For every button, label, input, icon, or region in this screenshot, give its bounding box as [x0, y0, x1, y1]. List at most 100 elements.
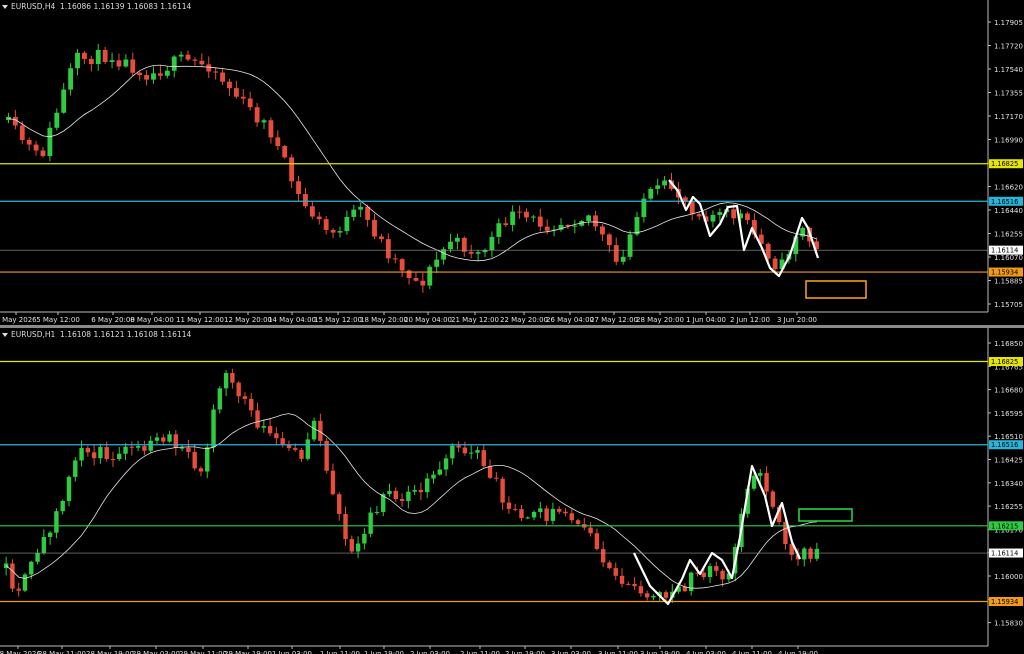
price-tick-label: 1.16850	[994, 340, 1023, 348]
candle-body	[418, 490, 424, 493]
candle-body	[85, 448, 91, 453]
candle-body	[217, 388, 223, 410]
candle-body	[745, 213, 750, 221]
candle-body	[456, 445, 461, 448]
candle-body	[117, 453, 122, 460]
time-label: 5 May 12:00	[36, 316, 80, 324]
candle-body	[185, 54, 191, 60]
candle-body	[274, 433, 279, 439]
moving-average-line	[5, 413, 817, 589]
candle-body	[638, 586, 644, 594]
candle-body	[510, 211, 516, 225]
candle-body	[441, 249, 446, 260]
candle-body	[632, 583, 637, 587]
candle-body	[130, 59, 136, 73]
price-tick-label: 1.17720	[994, 43, 1023, 51]
candle-body	[337, 231, 343, 233]
candle-body	[344, 216, 350, 232]
candle-body	[261, 426, 267, 428]
candle-body	[372, 219, 377, 237]
price-chart-canvas[interactable]: 1.17905 1.17720 1.17540 1.17355 1.17170 1.169…	[0, 0, 1024, 325]
candle-body	[330, 229, 336, 233]
candle-body	[427, 266, 433, 286]
candle-body	[305, 439, 311, 459]
candle-body	[211, 409, 216, 448]
price-tick-label: 1.16255	[994, 503, 1023, 511]
candle-body	[600, 226, 605, 235]
chart-eurusd-h4[interactable]: EURUSD,H4 1.16086 1.16139 1.16083 1.1611…	[0, 0, 1024, 325]
candle-body	[443, 458, 449, 470]
collapse-triangle-icon[interactable]	[2, 332, 8, 337]
time-label: 12 May 20:00	[224, 316, 272, 324]
zigzag-pattern-line	[668, 179, 820, 278]
candle-body	[434, 259, 440, 267]
candle-body	[468, 251, 474, 254]
candle-body	[192, 59, 198, 61]
candle-body	[213, 71, 219, 73]
candle-body	[41, 536, 47, 553]
candle-body	[530, 216, 536, 218]
candle-body	[33, 144, 39, 151]
candle-body	[454, 237, 460, 242]
candle-body	[588, 527, 593, 534]
price-tick-label: 1.16510	[994, 433, 1023, 441]
time-label: 4 Jun 03:00	[686, 650, 726, 654]
candle-body	[572, 225, 578, 227]
candle-body	[437, 469, 442, 475]
time-label: 1 Jun 19:00	[364, 650, 404, 654]
candle-body	[512, 508, 518, 510]
candle-body	[355, 543, 361, 552]
candle-body	[634, 217, 640, 235]
candle-body	[316, 216, 322, 220]
candle-body	[475, 252, 481, 254]
candle-body	[399, 259, 405, 271]
candle-body	[651, 595, 656, 598]
candle-body	[594, 533, 600, 550]
candle-body	[506, 502, 512, 509]
candle-body	[267, 426, 273, 434]
price-level-tag-label: 1.16114	[991, 550, 1018, 558]
candle-body	[135, 446, 141, 448]
price-tick-label: 1.16255	[994, 231, 1023, 239]
candle-body	[73, 460, 78, 477]
candle-body	[104, 447, 109, 460]
time-label: 2 Jun 11:00	[460, 650, 500, 654]
candle-body	[544, 226, 550, 231]
candle-body	[293, 448, 298, 450]
candle-body	[148, 440, 153, 451]
candle-body	[280, 438, 285, 446]
candle-body	[161, 437, 166, 442]
time-label: 4 Jun 19:00	[778, 650, 818, 654]
price-chart-canvas[interactable]: 1.168501.167651.166801.165951.165101.164…	[0, 328, 1024, 654]
candle-body	[22, 574, 28, 591]
candle-body	[770, 491, 776, 507]
candle-body	[35, 552, 40, 562]
candle-body	[663, 592, 669, 598]
collapse-triangle-icon[interactable]	[2, 4, 8, 9]
chart-eurusd-h1[interactable]: EURUSD,H1 1.16108 1.16121 1.16108 1.1611…	[0, 328, 1024, 654]
chart-header: EURUSD,H4 1.16086 1.16139 1.16083 1.1611…	[0, 1, 191, 13]
candle-body	[613, 245, 619, 262]
candle-body	[109, 60, 115, 62]
candle-body	[26, 139, 32, 145]
candle-body	[627, 234, 633, 257]
candle-body	[544, 508, 549, 521]
candle-body	[600, 549, 606, 563]
candle-body	[575, 520, 581, 524]
price-tick-label: 1.15705	[994, 301, 1023, 309]
candle-body	[413, 277, 419, 281]
time-label: 26 May 04:00	[546, 316, 594, 324]
price-tick-label: 1.15830	[994, 620, 1023, 628]
candle-body	[29, 561, 34, 575]
candle-body	[142, 446, 147, 451]
candle-body	[227, 81, 232, 89]
time-label: 4 May 2026	[0, 316, 37, 324]
candle-body	[324, 440, 329, 471]
candle-body	[393, 490, 398, 499]
price-level-tag-label: 1.16825	[991, 358, 1018, 366]
candle-body	[450, 445, 455, 459]
candle-body	[10, 563, 15, 589]
time-label: 15 May 12:00	[314, 316, 362, 324]
candle-body	[764, 473, 769, 492]
price-level-tag-label: 1.16114	[991, 247, 1018, 255]
